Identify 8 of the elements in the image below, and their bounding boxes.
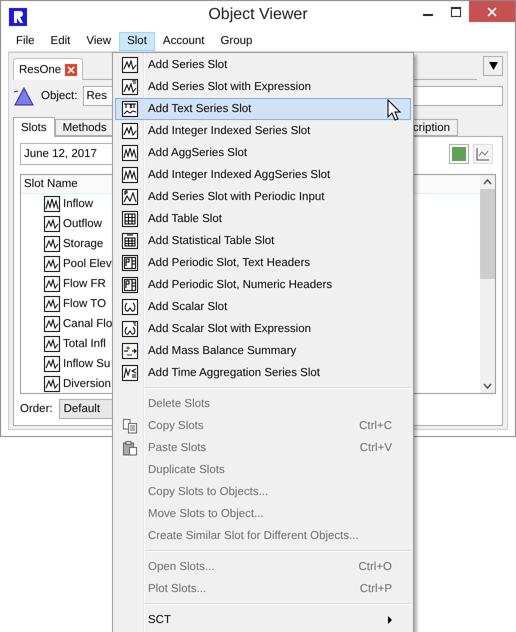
column-header: Slot Name: [24, 178, 78, 190]
object-label: Object:: [41, 90, 78, 102]
window-title: Object Viewer: [208, 6, 308, 24]
shortcut-text: Ctrl+O: [358, 561, 392, 573]
shortcut-text: Ctrl+V: [360, 442, 392, 454]
order-label: Order:: [20, 403, 53, 415]
shortcut-text: Ctrl+P: [360, 583, 392, 595]
shortcut-text: Ctrl+C: [359, 420, 392, 432]
